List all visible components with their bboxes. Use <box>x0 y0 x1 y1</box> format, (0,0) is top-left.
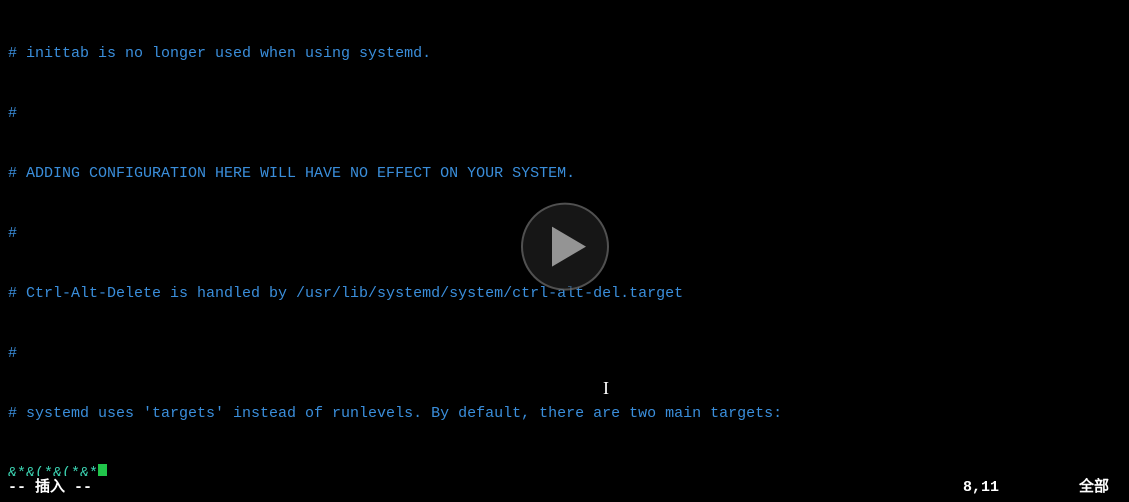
vim-status-bar: -- 插入 -- 8,11 全部 <box>8 478 1121 498</box>
mode-indicator: -- 插入 -- <box>8 478 92 498</box>
cursor-position: 8,11 <box>963 478 999 498</box>
mouse-text-cursor: I <box>603 378 609 398</box>
file-line: # ADDING CONFIGURATION HERE WILL HAVE NO… <box>8 164 1121 184</box>
file-line: # inittab is no longer used when using s… <box>8 44 1121 64</box>
video-play-button[interactable] <box>521 203 609 291</box>
insert-cursor <box>98 464 107 476</box>
play-icon <box>552 227 586 267</box>
file-line: &*&(*&(*&* <box>8 464 1121 476</box>
file-line: # <box>8 344 1121 364</box>
scroll-position: 全部 <box>1079 478 1109 498</box>
file-line: # <box>8 104 1121 124</box>
file-line: # systemd uses 'targets' instead of runl… <box>8 404 1121 424</box>
text-segment: &*&(*&(*&* <box>8 465 98 476</box>
